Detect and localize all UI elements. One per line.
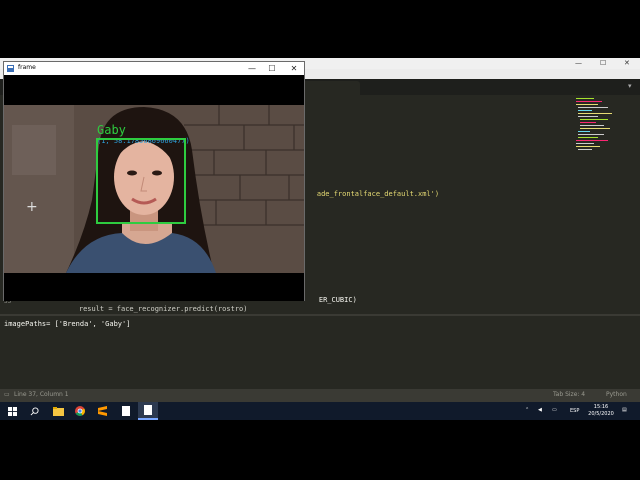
- battery-icon[interactable]: ▭: [552, 407, 557, 413]
- maximize-button[interactable]: ☐: [262, 62, 282, 75]
- status-bar: ▭ Line 37, Column 1 Tab Size: 4 Python: [0, 389, 640, 402]
- speaker-icon[interactable]: ◀: [538, 407, 542, 413]
- editor-close-button[interactable]: ✕: [624, 59, 630, 67]
- frame-title: frame: [18, 64, 36, 71]
- search-icon: [30, 406, 39, 415]
- taskbar-file-explorer[interactable]: [48, 402, 68, 420]
- clock[interactable]: 15:16 20/5/2020: [588, 403, 614, 419]
- app-icon: [7, 65, 14, 72]
- taskbar-document[interactable]: [116, 402, 136, 420]
- clock-date: 20/5/2020: [588, 411, 614, 417]
- face-detection-box: [96, 138, 186, 224]
- code-line[interactable]: ade_frontalface_default.xml'): [300, 182, 439, 206]
- editor-minimize-button[interactable]: —: [575, 59, 582, 67]
- tab-dropdown-icon[interactable]: ▾: [628, 82, 632, 90]
- frame-window[interactable]: frame — ☐ ✕ Gaby (1, 58.17856869660477) …: [3, 61, 305, 301]
- chrome-icon: [75, 406, 85, 416]
- console-panel[interactable]: imagePaths= ['Brenda', 'Gaby']: [0, 314, 640, 384]
- windows-logo-icon: [7, 406, 17, 416]
- status-icon: ▭: [4, 391, 10, 398]
- letterbox-top: [0, 0, 640, 58]
- code-line[interactable]: ER_CUBIC): [302, 288, 357, 312]
- folder-icon: [52, 406, 64, 416]
- code-line-text: ER_CUBIC): [318, 296, 357, 304]
- frame-bottom-area: [4, 273, 304, 301]
- code-line-text: ade_frontalface_default.xml'): [316, 190, 440, 198]
- document-icon: [144, 405, 152, 415]
- sublime-icon: [97, 406, 107, 416]
- editor-maximize-button[interactable]: ☐: [600, 59, 606, 67]
- minimap[interactable]: [572, 96, 620, 166]
- taskbar-active-window[interactable]: [138, 402, 158, 420]
- letterbox-bottom: [0, 420, 640, 480]
- editor-tab[interactable]: [300, 81, 360, 95]
- clock-time: 15:16: [593, 404, 609, 410]
- frame-toolbar: [4, 75, 304, 105]
- minimize-button[interactable]: —: [242, 62, 262, 75]
- code-line-text: result = face_recognizer.predict(rostro): [78, 305, 248, 313]
- close-button[interactable]: ✕: [284, 62, 304, 75]
- windows-taskbar: ⌃ ◀ ▭ ESP 15:16 20/5/2020 ▤: [0, 402, 640, 420]
- notifications-icon[interactable]: ▤: [622, 407, 627, 413]
- detected-name-label: Gaby: [97, 123, 126, 137]
- search-button[interactable]: [24, 402, 44, 420]
- network-icon[interactable]: ⌃: [525, 407, 529, 413]
- document-icon: [122, 406, 130, 416]
- taskbar-sublime[interactable]: [92, 402, 112, 420]
- console-output: imagePaths= ['Brenda', 'Gaby']: [4, 320, 131, 328]
- start-button[interactable]: [2, 402, 22, 420]
- crosshair-cursor-icon: +: [26, 199, 38, 215]
- camera-feed: Gaby (1, 58.17856869660477) +: [4, 105, 304, 273]
- language-indicator[interactable]: ESP: [570, 408, 579, 414]
- frame-titlebar[interactable]: frame — ☐ ✕: [4, 62, 304, 75]
- syntax-mode[interactable]: Python: [606, 391, 627, 398]
- tab-size[interactable]: Tab Size: 4: [553, 391, 585, 398]
- taskbar-chrome[interactable]: [70, 402, 90, 420]
- cursor-position[interactable]: Line 37, Column 1: [14, 391, 69, 398]
